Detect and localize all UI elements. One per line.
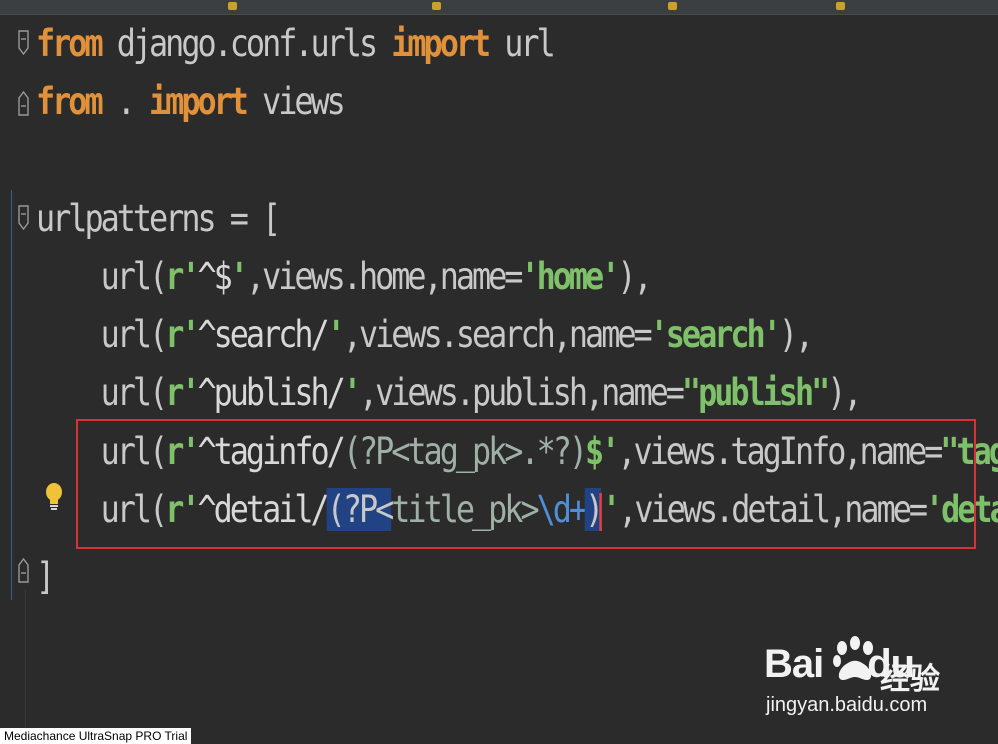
assignment: urlpatterns = [ (36, 197, 281, 240)
string-quote: ' (326, 313, 346, 356)
string-prefix: r' (165, 255, 200, 298)
code-line-6[interactable]: url(r'^publish/',views.publish,name="pub… (36, 369, 863, 417)
annotation-highlight-box (76, 419, 976, 549)
code-line-5[interactable]: url(r'^search/',views.search,name='searc… (36, 311, 815, 359)
function-call: url( (100, 371, 169, 414)
keyword: from (36, 22, 104, 65)
baidu-jingyan-logo: Bai du 经验 jingyan.baidu.com (764, 632, 984, 722)
code-line-1[interactable]: from django.conf.urls import url (36, 20, 556, 68)
code-line-2[interactable]: from . import views (36, 78, 346, 126)
string-prefix: r' (165, 313, 200, 356)
baidu-url-text: jingyan.baidu.com (766, 694, 928, 716)
trial-watermark: Mediachance UltraSnap PRO Trial (0, 728, 192, 744)
string-literal: "publish" (681, 371, 830, 414)
python-file-icon (228, 2, 237, 10)
code-line-3[interactable]: urlpatterns = [ (36, 195, 281, 243)
regex-literal: ^search/ (197, 313, 329, 356)
code-line-9[interactable]: ] (36, 553, 55, 601)
string-quote: ' (229, 255, 249, 298)
keyword: import (149, 80, 249, 123)
keyword: from (36, 80, 104, 123)
arguments: ,views.search,name= (342, 313, 653, 356)
keyword: import (391, 22, 491, 65)
fold-close-icon[interactable] (18, 557, 29, 583)
arguments: ,views.publish,name= (358, 371, 685, 414)
identifier: url (488, 22, 555, 65)
string-literal: 'home' (520, 255, 620, 298)
baidu-jingyan-text: 经验 (880, 662, 940, 697)
string-quote: ' (342, 371, 362, 414)
string-literal: 'search' (649, 313, 782, 356)
regex-literal: ^publish/ (197, 371, 345, 414)
function-call: url( (100, 255, 169, 298)
string-prefix: r' (165, 371, 200, 414)
regex-literal: ^$ (197, 255, 232, 298)
code-editor[interactable]: from django.conf.urls import url from . … (0, 0, 998, 744)
closing-paren: ), (778, 313, 814, 356)
closing-paren: ), (617, 255, 652, 298)
fold-open-icon[interactable] (18, 30, 29, 56)
module-path: . (100, 80, 150, 123)
module-path: django.conf.urls (100, 22, 392, 65)
closing-paren: ), (827, 371, 862, 414)
fold-open-icon[interactable] (18, 205, 29, 231)
lightbulb-icon[interactable] (44, 482, 64, 512)
indent-guide (11, 190, 12, 600)
python-file-icon (432, 2, 441, 10)
gutter-divider (25, 590, 26, 730)
function-call: url( (100, 313, 169, 356)
python-file-icon (668, 2, 677, 10)
closing-bracket: ] (36, 555, 55, 598)
baidu-paw-icon (833, 636, 873, 680)
editor-tab-bar[interactable] (0, 0, 998, 15)
arguments: ,views.home,name= (245, 255, 524, 298)
code-line-4[interactable]: url(r'^$',views.home,name='home'), (36, 253, 653, 301)
fold-close-icon[interactable] (18, 90, 29, 116)
identifier: views (245, 80, 346, 123)
python-file-icon (836, 2, 845, 10)
